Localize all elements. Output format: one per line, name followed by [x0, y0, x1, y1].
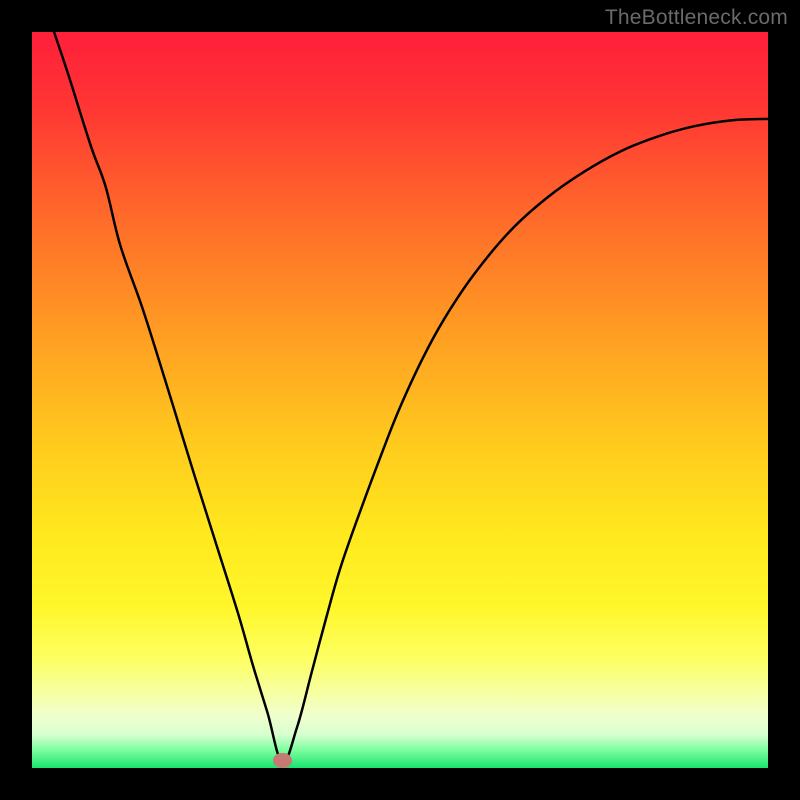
stage: TheBottleneck.com [0, 0, 800, 800]
plot-area [32, 32, 768, 768]
data-marker [273, 753, 292, 768]
chart-curve [32, 32, 768, 768]
watermark-text: TheBottleneck.com [605, 6, 788, 30]
